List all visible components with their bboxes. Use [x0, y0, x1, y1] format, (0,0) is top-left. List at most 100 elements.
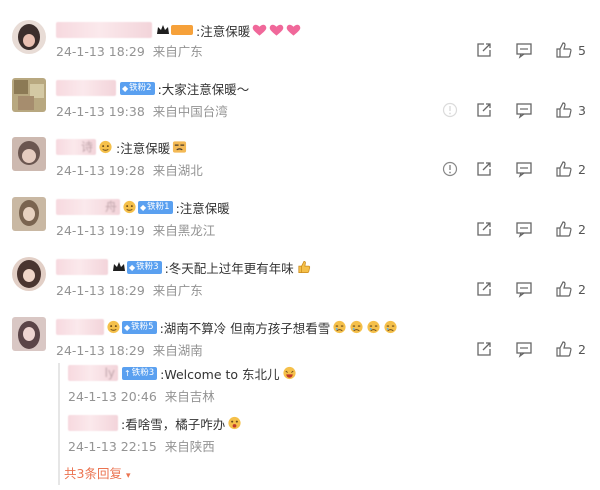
thumbs-up-icon	[556, 102, 572, 118]
comment-text: :注意保暖	[175, 200, 230, 216]
comment-text: :湖南不算冷 但南方孩子想看雪	[159, 320, 331, 336]
username[interactable]	[56, 80, 116, 96]
share-icon[interactable]	[475, 101, 493, 119]
timestamp: 24-1-13 19:38	[56, 104, 145, 119]
avatar[interactable]	[12, 317, 46, 351]
avatar[interactable]	[12, 257, 46, 291]
comment-item: :注意保暖 24-1-13 18:29 来自广东 5	[0, 14, 600, 69]
face-emoji	[99, 140, 112, 154]
comment-icon[interactable]	[515, 160, 533, 178]
heart-emoji	[269, 24, 284, 36]
heart-emoji	[286, 24, 301, 36]
reply-thread: ly ↑ 铁粉3 :Welcome to 东北儿 24-1-13 20:46 来自吉…	[58, 363, 588, 485]
location: 来自中国台湾	[152, 104, 228, 119]
comment-text: :大家注意保暖～	[157, 81, 250, 97]
share-icon[interactable]	[475, 160, 493, 178]
comment-text: :注意保暖	[196, 23, 251, 39]
thumbs-up-icon	[556, 281, 572, 297]
like-count: 2	[578, 161, 586, 177]
username[interactable]: 舟	[56, 199, 120, 215]
like-count: 2	[578, 281, 586, 297]
username[interactable]	[68, 415, 118, 431]
more-replies-link[interactable]: 共3条回复 ▾	[64, 463, 130, 482]
comment-icon[interactable]	[515, 101, 533, 119]
comment-icon[interactable]	[515, 220, 533, 238]
comment-icon[interactable]	[515, 280, 533, 298]
avatar[interactable]	[12, 137, 46, 171]
cry-emoji	[333, 320, 346, 334]
timestamp: 24-1-13 18:29	[56, 283, 145, 298]
location: 来自吉林	[164, 389, 215, 404]
crown-icon	[113, 262, 125, 271]
like-button[interactable]: 2	[555, 220, 588, 238]
timestamp: 24-1-13 18:29	[56, 44, 145, 59]
like-count: 5	[578, 42, 586, 58]
like-button[interactable]: 2	[555, 340, 588, 358]
username[interactable]	[56, 319, 104, 335]
location: 来自广东	[152, 283, 203, 298]
username[interactable]: 诗	[56, 139, 96, 155]
share-icon[interactable]	[475, 340, 493, 358]
heart-emoji	[252, 24, 267, 36]
share-icon[interactable]	[475, 280, 493, 298]
sad-emoji	[173, 141, 187, 153]
reply-text: :看啥雪，橘子咋办	[121, 416, 226, 432]
location: 来自广东	[152, 44, 203, 59]
like-count: 2	[578, 341, 586, 357]
reply-item: ly ↑ 铁粉3 :Welcome to 东北儿 24-1-13 20:46 来自吉…	[68, 363, 297, 404]
timestamp: 24-1-13 22:15	[68, 439, 157, 454]
crown-icon	[157, 25, 169, 34]
username[interactable]	[56, 22, 152, 38]
thumbs-up-icon	[556, 161, 572, 177]
thumbs-up-icon	[556, 221, 572, 237]
face-emoji	[107, 320, 120, 334]
report-icon[interactable]	[441, 101, 459, 119]
like-button[interactable]: 2	[555, 280, 588, 298]
like-count: 2	[578, 221, 586, 237]
cry-emoji	[367, 320, 380, 334]
location: 来自湖南	[152, 343, 203, 358]
comment-icon[interactable]	[515, 340, 533, 358]
reply-item: :看啥雪，橘子咋办 24-1-13 22:15 来自陕西	[68, 413, 242, 454]
comment-item: 舟 ◆ 铁粉1 :注意保暖 24-1-13 19:19 来自黑龙江 2	[0, 193, 600, 248]
location: 来自黑龙江	[152, 223, 216, 238]
like-button[interactable]: 3	[555, 101, 588, 119]
thumbs-up-icon	[556, 341, 572, 357]
avatar[interactable]	[12, 78, 46, 112]
fan-icon: ◆	[129, 262, 136, 272]
thumb-emoji	[298, 260, 310, 273]
reply-text: :Welcome to 东北儿	[160, 366, 280, 382]
caret-down-icon: ▾	[125, 471, 131, 481]
comment-item: 诗 :注意保暖 24-1-13 19:28 来自湖北 2	[0, 133, 600, 188]
timestamp: 24-1-13 20:46	[68, 389, 157, 404]
fan-icon: ◆	[124, 322, 131, 332]
avatar[interactable]	[12, 197, 46, 231]
fan-badge: ◆ 铁粉3	[127, 260, 162, 274]
fan-icon: ↑	[124, 368, 131, 378]
like-button[interactable]: 5	[555, 41, 588, 59]
timestamp: 24-1-13 19:28	[56, 163, 145, 178]
fan-badge: ↑ 铁粉3	[122, 366, 158, 380]
location: 来自湖北	[152, 163, 203, 178]
like-button[interactable]: 2	[555, 160, 588, 178]
cry-emoji	[384, 320, 397, 334]
report-icon[interactable]	[441, 160, 459, 178]
comment-item: ◆ 铁粉3 :冬天配上过年更有年味 24-1-13 18:29 来自广东 2	[0, 253, 600, 308]
fan-icon: ◆	[122, 83, 129, 93]
fan-badge: ◆ 铁粉2	[120, 81, 155, 95]
face-emoji	[123, 200, 136, 214]
fan-badge	[171, 25, 193, 35]
username[interactable]: ly	[68, 365, 118, 381]
cry-emoji	[350, 320, 363, 334]
username[interactable]	[56, 259, 108, 275]
timestamp: 24-1-13 19:19	[56, 223, 145, 238]
fan-badge: ◆ 铁粉5	[122, 320, 157, 334]
share-icon[interactable]	[475, 220, 493, 238]
comment-icon[interactable]	[515, 41, 533, 59]
comment-text: :注意保暖	[116, 140, 171, 156]
avatar[interactable]	[12, 20, 46, 54]
laugh-emoji	[282, 366, 296, 380]
share-icon[interactable]	[475, 41, 493, 59]
thumbs-up-icon	[556, 42, 572, 58]
shocked-emoji	[228, 416, 241, 430]
